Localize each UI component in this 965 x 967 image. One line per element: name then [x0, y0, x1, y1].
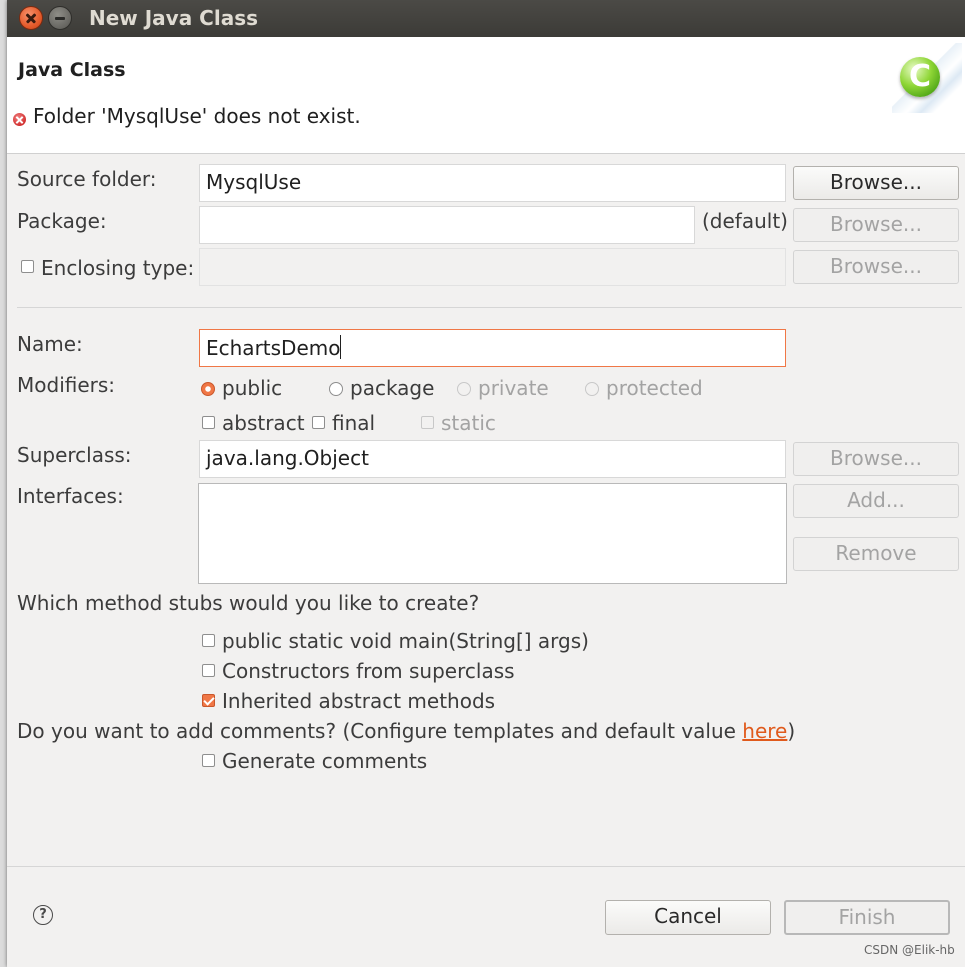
footer-separator	[7, 866, 965, 867]
source-folder-label: Source folder:	[17, 167, 157, 191]
interfaces-remove-button[interactable]: Remove	[793, 537, 959, 571]
wizard-title: Java Class	[18, 59, 126, 81]
text-caret	[340, 335, 342, 359]
wizard-header: Java Class Folder 'MysqlUse' does not ex…	[7, 37, 965, 154]
package-browse-button[interactable]: Browse...	[793, 208, 959, 242]
enclosing-type-label: Enclosing type:	[41, 256, 195, 280]
comments-question-text: Do you want to add comments? (Configure …	[17, 719, 743, 743]
method-stubs-question: Which method stubs would you like to cre…	[17, 591, 480, 615]
title-bar: New Java Class	[7, 0, 965, 37]
stub-constructors-checkbox[interactable]	[202, 664, 215, 677]
package-default-label: (default)	[702, 209, 788, 233]
watermark: CSDN @Elik-hb	[864, 943, 955, 957]
modifier-public-radio[interactable]	[201, 382, 215, 396]
source-folder-input[interactable]: MysqlUse	[199, 164, 786, 202]
enclosing-type-checkbox[interactable]	[21, 260, 34, 273]
stub-inherited-label: Inherited abstract methods	[222, 689, 496, 713]
window-title: New Java Class	[89, 6, 259, 30]
finish-button[interactable]: Finish	[784, 900, 950, 935]
enclosing-type-input[interactable]	[199, 248, 786, 286]
modifier-private-label: private	[478, 376, 549, 400]
stub-main-label: public static void main(String[] args)	[222, 629, 589, 653]
superclass-label: Superclass:	[17, 443, 132, 467]
comments-question-suffix: )	[787, 719, 796, 743]
source-folder-browse-button[interactable]: Browse...	[793, 166, 959, 200]
stub-constructors-label: Constructors from superclass	[222, 659, 515, 683]
modifier-static-label: static	[441, 411, 496, 435]
package-input[interactable]	[199, 206, 695, 244]
enclosing-type-browse-button[interactable]: Browse...	[793, 250, 959, 284]
configure-templates-link[interactable]: here	[742, 719, 787, 743]
modifier-abstract-checkbox[interactable]	[202, 416, 215, 429]
close-window-button[interactable]	[19, 6, 43, 30]
modifier-public-label: public	[222, 376, 283, 400]
modifier-final-checkbox[interactable]	[312, 416, 325, 429]
cancel-button[interactable]: Cancel	[605, 900, 771, 935]
interfaces-list[interactable]	[198, 483, 787, 584]
interfaces-label: Interfaces:	[17, 484, 124, 508]
error-message: Folder 'MysqlUse' does not exist.	[33, 104, 361, 128]
separator	[17, 307, 962, 308]
modifier-final-label: final	[332, 411, 376, 435]
new-java-class-dialog: New Java Class Java Class Folder 'MysqlU…	[7, 0, 965, 967]
package-label: Package:	[17, 209, 107, 233]
superclass-browse-button[interactable]: Browse...	[793, 442, 959, 476]
modifier-abstract-label: abstract	[222, 411, 305, 435]
modifier-private-radio[interactable]	[457, 382, 471, 396]
modifier-package-radio[interactable]	[329, 382, 343, 396]
name-input[interactable]: EchartsDemo	[199, 329, 786, 367]
modifiers-label: Modifiers:	[17, 373, 116, 397]
stub-main-checkbox[interactable]	[202, 634, 215, 647]
generate-comments-checkbox[interactable]	[202, 754, 215, 767]
modifier-protected-label: protected	[606, 376, 703, 400]
error-icon	[13, 113, 26, 126]
superclass-input[interactable]: java.lang.Object	[199, 440, 786, 478]
modifier-protected-radio[interactable]	[585, 382, 599, 396]
name-input-text: EchartsDemo	[206, 336, 341, 360]
generate-comments-label: Generate comments	[222, 749, 428, 773]
stub-inherited-checkbox[interactable]	[202, 694, 215, 707]
name-label: Name:	[17, 332, 83, 356]
modifier-static-checkbox[interactable]	[421, 416, 434, 429]
interfaces-add-button[interactable]: Add...	[793, 484, 959, 518]
comments-question: Do you want to add comments? (Configure …	[17, 719, 795, 743]
modifier-package-label: package	[350, 376, 435, 400]
help-icon[interactable]: ?	[33, 905, 53, 925]
minimize-window-button[interactable]	[48, 6, 72, 30]
java-class-logo-icon: C	[892, 43, 962, 113]
